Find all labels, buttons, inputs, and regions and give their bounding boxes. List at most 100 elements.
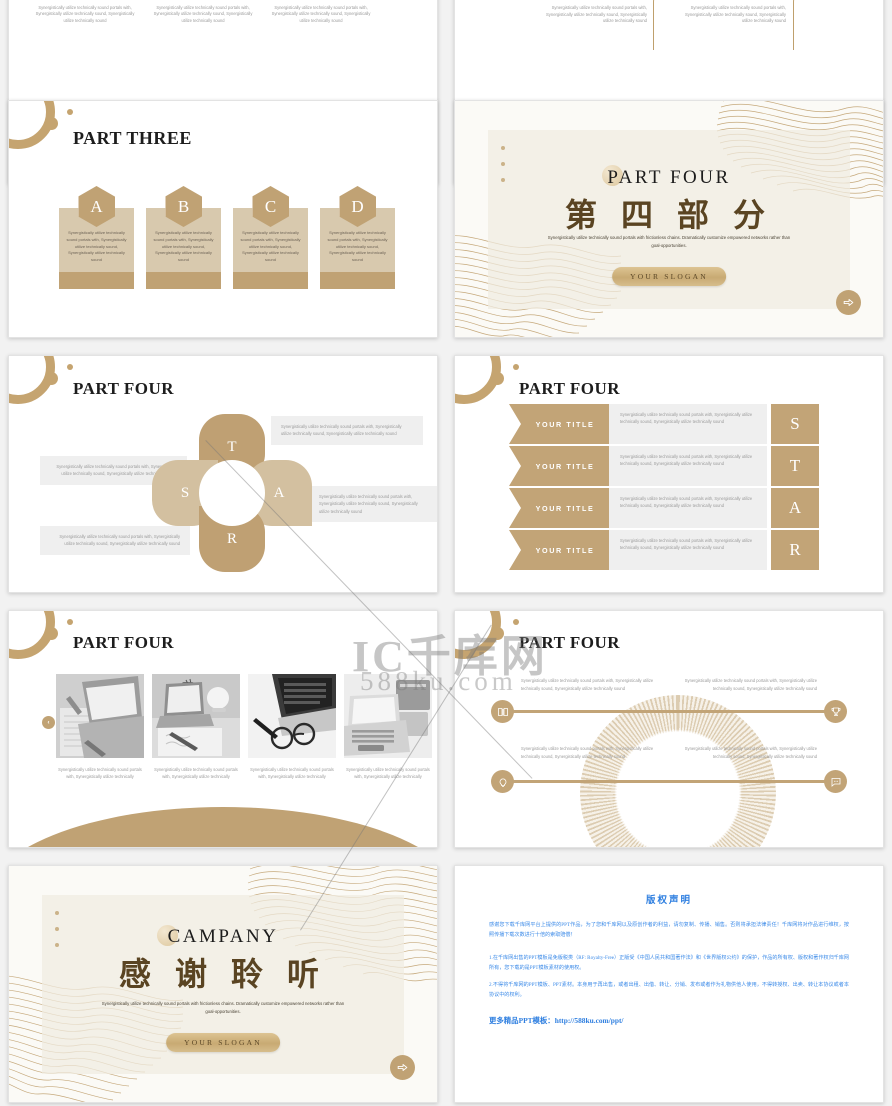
gold-dot-small (513, 364, 519, 370)
page-title: PART THREE (73, 128, 192, 148)
banner-row[interactable]: YOUR TITLE Synergistically utilize techn… (509, 446, 819, 486)
copyright-paragraph-1: 感谢您下载千库网平台上提供的PPT作品，为了您和千库网以及原创作者的利益，请勿复… (489, 922, 849, 939)
more-templates-link[interactable]: 更多精品PPT模板：http://588ku.com/ppt/ (489, 1015, 849, 1026)
chevron-left-icon[interactable]: ‹ (42, 716, 55, 729)
gallery-item[interactable]: Synergistically utilize technically soun… (344, 674, 432, 781)
slogan-button[interactable]: YOUR SLOGAN (166, 1033, 280, 1052)
gold-bottom-arc (9, 807, 437, 847)
arrow-right-icon[interactable] (390, 1055, 415, 1080)
gold-dot-large (45, 372, 58, 385)
gold-dot-large (491, 372, 504, 385)
photo-laptop-notebooks (344, 674, 432, 758)
gallery-caption: Synergistically utilize technically soun… (58, 767, 142, 780)
timeline-text: Synergistically utilize technically soun… (521, 678, 654, 691)
slide-photo-gallery[interactable]: PART FOUR ‹ › (8, 610, 438, 848)
slogan-button[interactable]: YOUR SLOGAN (612, 267, 726, 286)
banner-row[interactable]: YOUR TITLE Synergistically utilize techn… (509, 404, 819, 444)
banner-letter: R (771, 530, 819, 570)
text-column: Synergistically utilize technically soun… (545, 5, 647, 23)
thanks-title-cn: 感 谢 聆 听 (118, 956, 327, 992)
cover-title-cn: 第 四 部 分 (564, 197, 773, 233)
card-footer-bar (146, 272, 221, 289)
gallery-item[interactable]: Synergistically utilize technically soun… (56, 674, 144, 781)
banner-tag: YOUR TITLE (509, 530, 609, 570)
page-title: PART FOUR (519, 379, 621, 398)
banner-tag: YOUR TITLE (509, 446, 609, 486)
banner-body: Synergistically utilize technically soun… (609, 404, 767, 444)
photo-laptop-coffee (152, 674, 240, 758)
petal-group: T S A R (152, 414, 312, 572)
slide-deck-board: Synergistically utilize technically soun… (0, 0, 892, 1106)
gold-hook-divider (653, 0, 671, 50)
banner-row[interactable]: YOUR TITLE Synergistically utilize techn… (509, 488, 819, 528)
gallery-strip: Synergistically utilize technically soun… (56, 674, 432, 781)
photo-glasses-pen (248, 674, 336, 758)
copyright-paragraph-2: 1.在千库网出售的PPT模板是免版税类（RF: Royalty-Free）正版受… (489, 954, 849, 972)
gold-hook-divider (793, 0, 811, 50)
gold-ring-wave-decoration (580, 695, 776, 847)
banner-letter: T (771, 446, 819, 486)
thanks-description: Synergistically utilize technically soun… (101, 1001, 345, 1015)
card-footer-bar (233, 272, 308, 289)
banner-body: Synergistically utilize technically soun… (609, 446, 767, 486)
more-templates-label: 更多精品PPT模板： (489, 1015, 555, 1025)
banner-list: YOUR TITLE Synergistically utilize techn… (509, 404, 819, 572)
petal-note-a: Synergistically utilize technically soun… (309, 486, 437, 523)
card-text: Synergistically utilize technically soun… (153, 230, 214, 263)
copyright-paragraph-3: 2.不得将千库网的PPT模板、PPT素材。本身用于再出售，或者出租、出借、转让、… (489, 981, 849, 999)
card-footer-bar (320, 272, 395, 289)
slide-thank-you[interactable]: CAMPANY 感 谢 聆 听 Synergistically utilize … (8, 865, 438, 1103)
page-title: PART FOUR (73, 633, 175, 652)
gold-dot-small (513, 619, 519, 625)
more-templates-url: http://588ku.com/ppt/ (554, 1015, 624, 1025)
gold-dot-large (45, 627, 58, 640)
timeline-connector (509, 710, 839, 713)
slide-banner-list[interactable]: PART FOUR YOUR TITLE Synergistically uti… (454, 355, 884, 593)
banner-tag: YOUR TITLE (509, 488, 609, 528)
gallery-item[interactable]: Synergistically utilize technically soun… (152, 674, 240, 781)
trophy-icon[interactable] (824, 700, 847, 723)
bulb-icon[interactable] (491, 770, 514, 793)
gold-dot-large (45, 117, 58, 130)
timeline-text: Synergistically utilize technically soun… (521, 746, 654, 759)
photo-desk-notebook (56, 674, 144, 758)
slide-petal-diagram[interactable]: PART FOUR Synergistically utilize techni… (8, 355, 438, 593)
timeline-text: Synergistically utilize technically soun… (684, 678, 817, 691)
gold-dot-small (67, 364, 73, 370)
gallery-caption: Synergistically utilize technically soun… (346, 767, 430, 780)
petal-center-hole (199, 460, 265, 526)
banner-body: Synergistically utilize technically soun… (609, 530, 767, 570)
copyright-body: 版权声明 感谢您下载千库网平台上提供的PPT作品，为了您和千库网以及原创作者的利… (455, 866, 883, 1102)
gallery-caption: Synergistically utilize technically soun… (154, 767, 238, 780)
slide-timeline[interactable]: PART FOUR Synergistically utilize techni… (454, 610, 884, 848)
card-text: Synergistically utilize technically soun… (66, 230, 127, 263)
banner-letter: A (771, 488, 819, 528)
text-column: Synergistically utilize technically soun… (35, 5, 135, 23)
banner-body: Synergistically utilize technically soun… (609, 488, 767, 528)
arrow-right-icon[interactable] (836, 290, 861, 315)
thanks-title-en: CAMPANY (167, 926, 279, 947)
slide-part-three[interactable]: PART THREE A Synergistically utilize tec… (8, 100, 438, 338)
gallery-item[interactable]: Synergistically utilize technically soun… (248, 674, 336, 781)
card-text: Synergistically utilize technically soun… (327, 230, 388, 263)
banner-tag: YOUR TITLE (509, 404, 609, 444)
text-column: Synergistically utilize technically soun… (153, 5, 253, 23)
speech-bubble-icon[interactable] (824, 770, 847, 793)
gold-dot-small (67, 619, 73, 625)
gallery-caption: Synergistically utilize technically soun… (250, 767, 334, 780)
page-title: PART FOUR (519, 633, 621, 652)
gold-dot-small (67, 109, 73, 115)
card-text: Synergistically utilize technically soun… (240, 230, 301, 263)
slide-copyright-notice[interactable]: 版权声明 感谢您下载千库网平台上提供的PPT作品，为了您和千库网以及原创作者的利… (454, 865, 884, 1103)
banner-letter: S (771, 404, 819, 444)
text-column: Synergistically utilize technically soun… (271, 5, 371, 23)
slide-part-four-cover[interactable]: PART FOUR 第 四 部 分 Synergistically utiliz… (454, 100, 884, 338)
cover-title-en: PART FOUR (607, 167, 731, 188)
card-footer-bar (59, 272, 134, 289)
page-title: PART FOUR (73, 379, 175, 398)
book-icon[interactable] (491, 700, 514, 723)
timeline-text: Synergistically utilize technically soun… (684, 746, 817, 759)
timeline-connector (509, 780, 839, 783)
cover-description: Synergistically utilize technically soun… (547, 235, 791, 249)
banner-row[interactable]: YOUR TITLE Synergistically utilize techn… (509, 530, 819, 570)
